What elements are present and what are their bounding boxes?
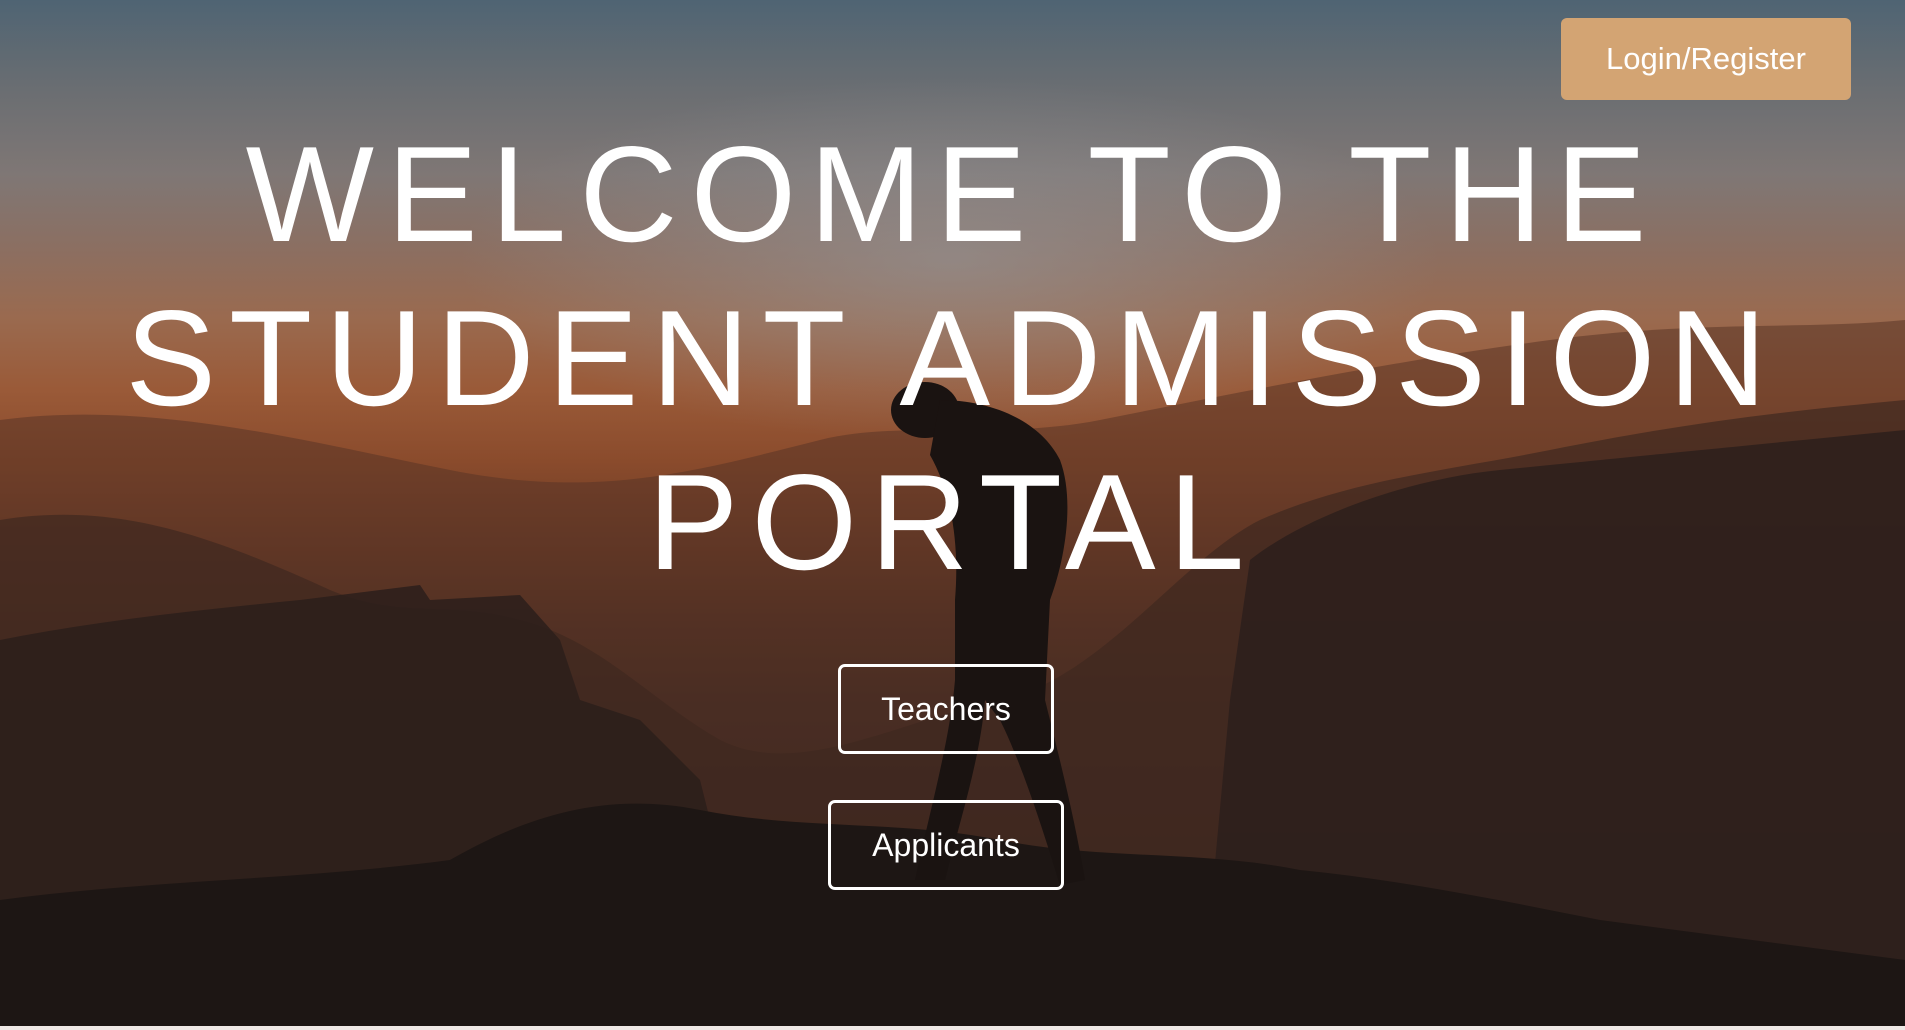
page-bottom-edge xyxy=(0,1026,1905,1030)
landing-page: Login/Register WELCOME TO THE STUDENT AD… xyxy=(0,0,1905,1030)
applicants-button[interactable]: Applicants xyxy=(828,800,1064,890)
login-register-button[interactable]: Login/Register xyxy=(1561,18,1851,100)
page-title-line-3: PORTAL xyxy=(647,446,1258,598)
teachers-button[interactable]: Teachers xyxy=(838,664,1054,754)
page-title: WELCOME TO THE STUDENT ADMISSION PORTAL xyxy=(0,112,1905,604)
page-title-line-2: STUDENT ADMISSION xyxy=(125,282,1780,434)
page-title-line-1: WELCOME TO THE xyxy=(245,118,1660,270)
